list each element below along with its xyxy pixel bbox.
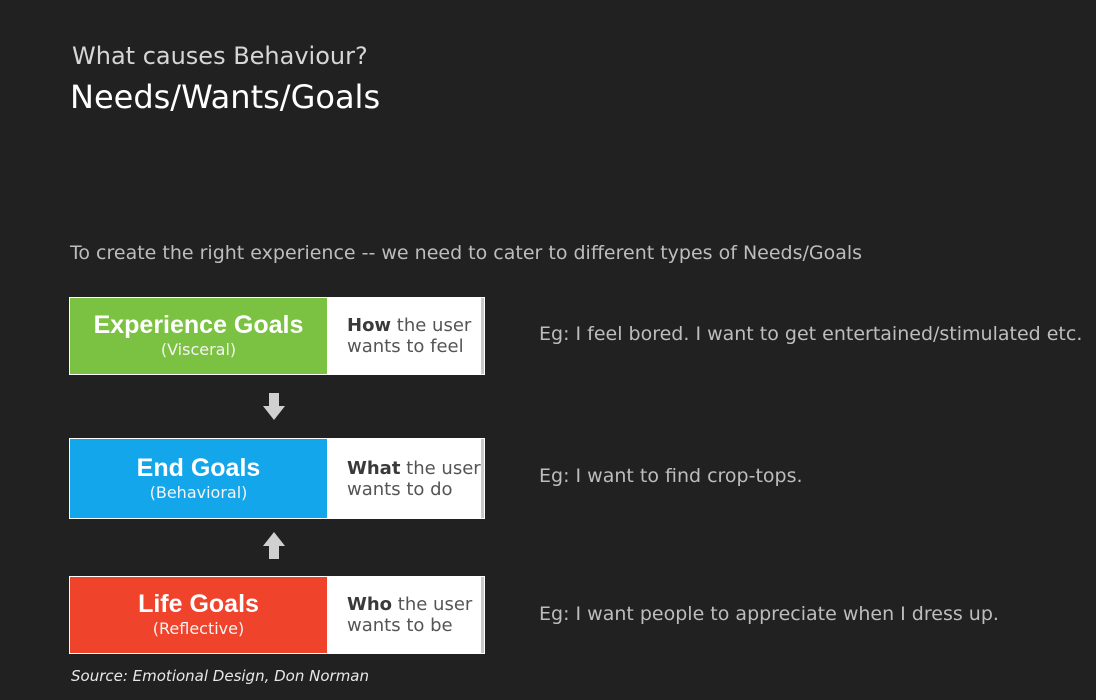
end-goals-example: Eg: I want to find crop-tops. bbox=[539, 465, 803, 487]
life-goals-label: Life Goals (Reflective) bbox=[70, 577, 327, 653]
life-goals-question-word: Who bbox=[347, 594, 393, 615]
source-citation: Source: Emotional Design, Don Norman bbox=[71, 667, 370, 685]
end-goals-desc-line2: wants to do bbox=[347, 478, 453, 500]
arrow-down-icon bbox=[263, 393, 285, 420]
end-goals-name: End Goals bbox=[136, 453, 261, 482]
experience-goals-block: Experience Goals (Visceral) How the user… bbox=[69, 297, 485, 375]
slide-title: Needs/Wants/Goals bbox=[70, 78, 381, 116]
experience-goals-question-word: How bbox=[347, 315, 392, 336]
experience-goals-description: How the user wants to feel bbox=[327, 298, 484, 374]
arrow-up-icon bbox=[263, 532, 285, 559]
experience-goals-level: (Visceral) bbox=[160, 340, 237, 359]
experience-goals-desc-line2: wants to feel bbox=[347, 336, 464, 357]
life-goals-block: Life Goals (Reflective) Who the user wan… bbox=[69, 576, 485, 654]
life-goals-desc-rest: the user bbox=[392, 594, 473, 615]
life-goals-desc-line2: wants to be bbox=[347, 615, 453, 636]
life-goals-level: (Reflective) bbox=[152, 619, 245, 638]
end-goals-question-word: What bbox=[347, 457, 401, 479]
life-goals-description: Who the user wants to be bbox=[327, 577, 484, 653]
slide-subtitle: What causes Behaviour? bbox=[72, 42, 368, 70]
end-goals-desc-rest: the user bbox=[400, 457, 481, 479]
experience-goals-desc-rest: the user bbox=[391, 315, 472, 336]
end-goals-block: End Goals (Behavioral) What the user wan… bbox=[69, 438, 485, 519]
life-goals-example: Eg: I want people to appreciate when I d… bbox=[539, 603, 999, 625]
experience-goals-name: Experience Goals bbox=[93, 311, 304, 339]
experience-goals-example: Eg: I feel bored. I want to get entertai… bbox=[539, 323, 1083, 345]
end-goals-description: What the user wants to do bbox=[327, 439, 484, 518]
experience-goals-label: Experience Goals (Visceral) bbox=[70, 298, 327, 374]
intro-text: To create the right experience -- we nee… bbox=[70, 242, 863, 264]
end-goals-label: End Goals (Behavioral) bbox=[70, 439, 327, 518]
life-goals-name: Life Goals bbox=[138, 590, 259, 618]
end-goals-level: (Behavioral) bbox=[149, 482, 248, 502]
